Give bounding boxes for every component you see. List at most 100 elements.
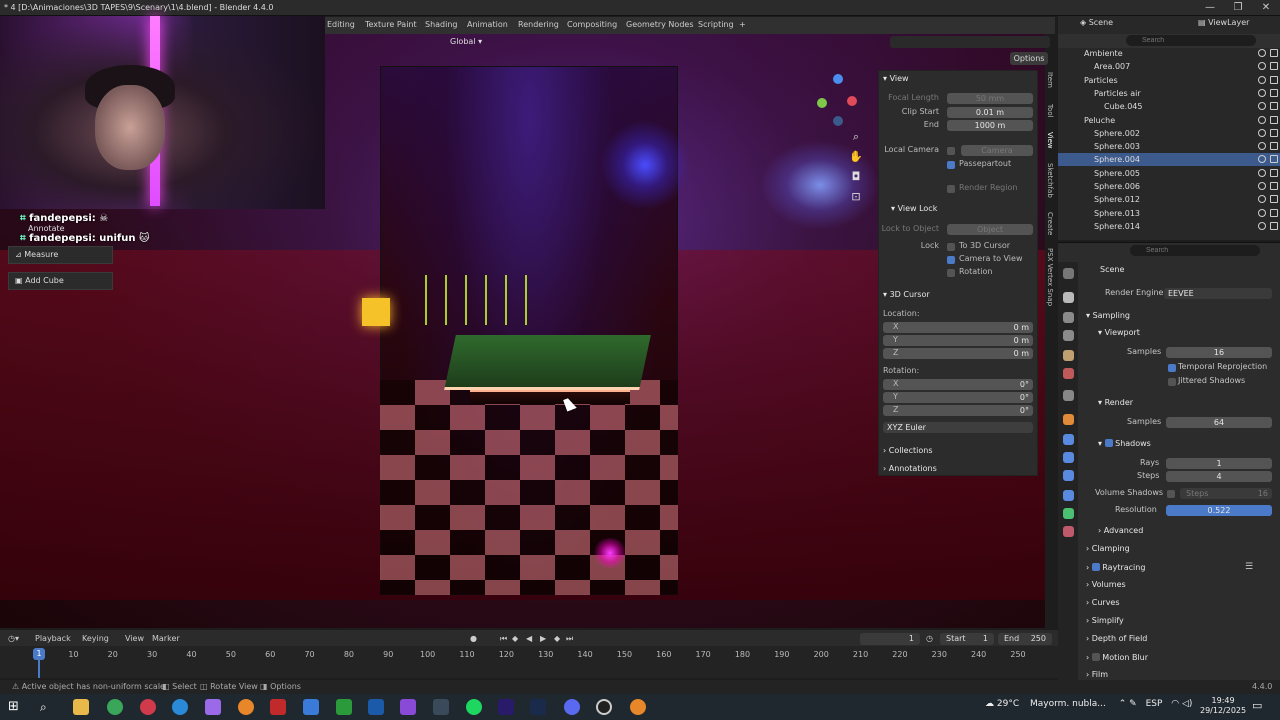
play-icon[interactable]: ▶	[540, 634, 546, 643]
properties-search-input[interactable]	[1130, 245, 1260, 256]
tray-icons[interactable]: ⌃ ✎	[1109, 699, 1137, 709]
pycharm-icon[interactable]	[336, 699, 352, 715]
discord-icon[interactable]	[564, 699, 580, 715]
scene-selector[interactable]: ◈ Scene	[1080, 18, 1113, 27]
render-region-checkbox[interactable]	[947, 185, 955, 193]
tab-psx-vertex-snap[interactable]: PSX Vertex Snap	[1042, 248, 1054, 306]
options-button[interactable]: Options	[1010, 52, 1048, 65]
modifier-tab-icon[interactable]	[1063, 434, 1074, 445]
render-camera-icon[interactable]	[1270, 195, 1278, 204]
outliner-row[interactable]: Particles air	[1058, 87, 1280, 100]
auto-key-icon[interactable]: ●	[470, 634, 477, 643]
view-lock-header[interactable]: ▾ View Lock	[891, 204, 937, 213]
to-3d-cursor-checkbox[interactable]	[947, 243, 955, 251]
volume-steps-field[interactable]: Steps 16	[1180, 488, 1272, 499]
resolution-slider[interactable]: 0.522	[1166, 505, 1272, 516]
depth-of-field-panel[interactable]: › Depth of Field	[1086, 634, 1147, 643]
motion-blur-checkbox[interactable]	[1091, 653, 1100, 661]
render-camera-icon[interactable]	[1270, 62, 1278, 71]
app2-icon[interactable]	[303, 699, 319, 715]
eye-icon[interactable]	[1258, 182, 1266, 190]
eye-icon[interactable]	[1258, 49, 1266, 57]
obs-icon[interactable]	[596, 699, 612, 715]
spotify-icon[interactable]	[466, 699, 482, 715]
eye-icon[interactable]	[1258, 115, 1266, 124]
tab-rendering[interactable]: Rendering	[518, 20, 559, 29]
tab-scripting[interactable]: Scripting	[698, 20, 734, 29]
play-reverse-icon[interactable]: ◀	[526, 634, 532, 643]
outliner-row[interactable]: Sphere.006	[1058, 180, 1280, 193]
view-section-header[interactable]: ▾ View	[883, 74, 909, 83]
render-camera-icon[interactable]	[1270, 115, 1278, 124]
viewport-shading-bar[interactable]	[890, 36, 1050, 48]
vs-icon[interactable]	[368, 699, 384, 715]
eye-icon[interactable]	[1258, 195, 1266, 204]
marker-menu[interactable]: Marker	[152, 634, 180, 643]
render-camera-icon[interactable]	[1270, 182, 1278, 190]
film-panel[interactable]: › Film	[1086, 670, 1108, 679]
passepartout-checkbox[interactable]	[947, 161, 955, 169]
tab-geometry-nodes[interactable]: Geometry Nodes	[626, 20, 693, 29]
rotation-mode-dropdown[interactable]: XYZ Euler	[883, 422, 1033, 433]
constraints-tab-icon[interactable]	[1063, 490, 1074, 501]
output-tab-icon[interactable]	[1063, 312, 1074, 323]
view-layer-tab-icon[interactable]	[1063, 330, 1074, 341]
volumes-panel[interactable]: › Volumes	[1086, 580, 1126, 589]
render-camera-icon[interactable]	[1270, 128, 1278, 137]
steps-field[interactable]: 4	[1166, 471, 1272, 482]
volume-shadows-checkbox[interactable]	[1167, 490, 1175, 498]
camera-field[interactable]: Camera	[961, 145, 1033, 156]
render-samples-field[interactable]: 64	[1166, 417, 1272, 428]
windows-start-icon[interactable]: ⊞	[8, 699, 24, 715]
frame-indicator[interactable]: 1	[33, 648, 45, 660]
opera-icon[interactable]	[140, 699, 156, 715]
app-icon[interactable]	[205, 699, 221, 715]
tab-editing[interactable]: Editing	[327, 20, 355, 29]
timeline-editor-icon[interactable]: ◷▾	[8, 634, 19, 643]
outliner-search-input[interactable]	[1126, 35, 1256, 46]
playback-menu[interactable]: Playback	[35, 634, 71, 643]
y-axis-icon[interactable]	[817, 98, 827, 108]
notification-icon[interactable]: ▭	[1252, 699, 1262, 712]
tab-sketchfab[interactable]: Sketchfab	[1042, 163, 1054, 198]
wifi-icon[interactable]: ◠	[1165, 699, 1179, 709]
language[interactable]: ESP	[1140, 699, 1163, 709]
rays-field[interactable]: 1	[1166, 458, 1272, 469]
eye-icon[interactable]	[1258, 155, 1266, 164]
next-keyframe-icon[interactable]: ◆	[554, 634, 560, 643]
render-camera-icon[interactable]	[1270, 75, 1278, 84]
outliner-row[interactable]: Sphere.013	[1058, 207, 1280, 220]
add-workspace-button[interactable]: +	[739, 20, 746, 29]
after-effects-icon[interactable]	[498, 699, 514, 715]
clip-end-field[interactable]: 1000 m	[947, 120, 1033, 131]
maximize-button[interactable]: ❐	[1224, 0, 1252, 16]
particles-tab-icon[interactable]	[1063, 452, 1074, 463]
annotate-tool-label[interactable]: Annotate	[28, 224, 65, 233]
eye-icon[interactable]	[1258, 168, 1266, 177]
render-subpanel[interactable]: ▾ Render	[1098, 398, 1133, 407]
volume-icon[interactable]: ◁)	[1182, 699, 1192, 709]
outliner-row[interactable]: Area.007	[1058, 60, 1280, 73]
render-camera-icon[interactable]	[1270, 208, 1278, 217]
minimize-button[interactable]: —	[1196, 0, 1224, 16]
cursor-rot-z-field[interactable]: 0°	[883, 405, 1033, 416]
orientation-dropdown[interactable]: Global ▾	[450, 37, 482, 46]
jittered-shadows-checkbox[interactable]	[1168, 378, 1176, 386]
cursor-z-field[interactable]: 0 m	[883, 348, 1033, 359]
shadows-checkbox[interactable]	[1104, 439, 1113, 447]
render-camera-icon[interactable]	[1270, 142, 1278, 151]
tab-create[interactable]: Create	[1042, 212, 1054, 235]
eye-icon[interactable]	[1258, 208, 1266, 217]
outliner-row[interactable]: Sphere.003	[1058, 140, 1280, 153]
close-button[interactable]: ✕	[1252, 0, 1280, 16]
viewport-subpanel[interactable]: ▾ Viewport	[1098, 328, 1140, 337]
outliner-row[interactable]: Particles	[1058, 74, 1280, 87]
collections-header[interactable]: › Collections	[883, 446, 933, 455]
collection-tab-icon[interactable]	[1063, 390, 1074, 401]
cursor-rot-y-field[interactable]: 0°	[883, 392, 1033, 403]
pan-hand-icon[interactable]: ✋	[849, 150, 863, 164]
eye-icon[interactable]	[1258, 142, 1266, 151]
3d-cursor-header[interactable]: ▾ 3D Cursor	[883, 290, 930, 299]
app4-icon[interactable]	[433, 699, 449, 715]
jump-end-icon[interactable]: ⏭	[566, 634, 573, 644]
